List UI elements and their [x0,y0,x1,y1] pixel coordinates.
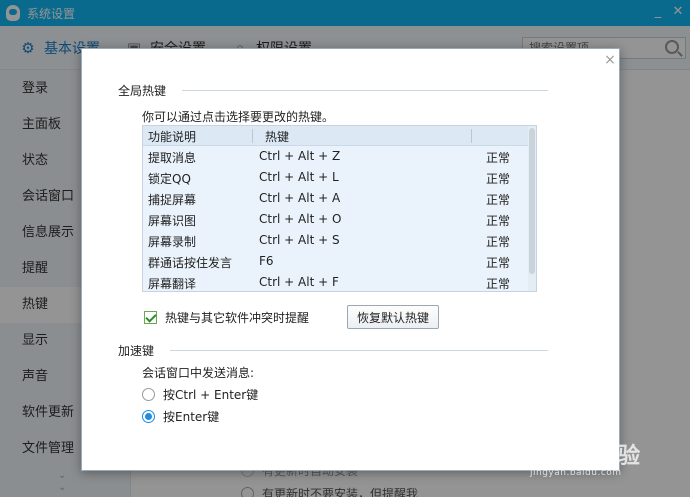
conflict-reminder-label: 热键与其它软件冲突时提醒 [165,311,310,325]
dialog-close-button[interactable]: × [603,53,617,67]
row-function: 锁定QQ [148,172,191,186]
option-label: 按Enter键 [163,410,220,424]
table-row[interactable]: 捕捉屏幕 Ctrl + Alt + A 正常 [143,188,530,209]
row-function: 群通话按住发言 [148,256,233,270]
section-title-global-hotkeys: 全局热键 [118,84,167,98]
table-row[interactable]: 屏幕识图 Ctrl + Alt + O 正常 [143,209,530,230]
row-status: 正常 [486,256,511,270]
row-function: 屏幕录制 [148,235,197,249]
row-status: 正常 [486,235,511,249]
conflict-reminder-checkbox[interactable] [144,311,157,324]
row-hotkey: Ctrl + Alt + F [259,275,339,289]
table-row[interactable]: 提取消息 Ctrl + Alt + Z 正常 [143,146,530,167]
row-hotkey: Ctrl + Alt + S [259,233,340,247]
row-hotkey: Ctrl + Alt + A [259,191,341,205]
hotkey-hint: 你可以通过点击选择要更改的热键。 [142,110,335,124]
row-status: 正常 [486,277,511,291]
row-hotkey: F6 [259,254,274,268]
section-title-accelerator: 加速键 [118,344,155,358]
section-divider [170,350,548,351]
row-status: 正常 [486,172,511,186]
row-hotkey: Ctrl + Alt + L [259,170,339,184]
row-status: 正常 [486,151,511,165]
option-label: 按Ctrl + Enter键 [163,388,259,402]
row-hotkey: Ctrl + Alt + O [259,212,342,226]
watermark-main: Bai度经验 [530,444,642,469]
send-message-label: 会话窗口中发送消息: [142,366,255,380]
row-function: 捕捉屏幕 [148,193,197,207]
radio-enter[interactable] [142,410,155,423]
restore-default-hotkeys-button[interactable]: 恢复默认热键 [347,305,439,329]
table-row[interactable]: 屏幕翻译 Ctrl + Alt + F 正常 [143,272,530,291]
row-hotkey: Ctrl + Alt + Z [259,149,341,163]
table-row[interactable]: 锁定QQ Ctrl + Alt + L 正常 [143,167,530,188]
hotkey-dialog: × 全局热键 你可以通过点击选择要更改的热键。 功能说明 热键 提取消息 Ctr… [81,48,620,471]
table-row[interactable]: 群通话按住发言 F6 正常 [143,251,530,272]
row-function: 屏幕识图 [148,214,197,228]
table-scrollbar[interactable] [528,126,536,291]
row-status: 正常 [486,214,511,228]
scrollbar-thumb[interactable] [529,128,535,274]
column-separator [252,129,253,143]
watermark-sub: jingyan.baidu.com [530,468,622,478]
radio-ctrl-enter[interactable] [142,388,155,401]
column-separator [471,129,472,143]
hotkey-table: 功能说明 热键 提取消息 Ctrl + Alt + Z 正常 锁定QQ Ctrl… [142,125,537,292]
column-header-hotkey: 热键 [265,130,290,144]
row-status: 正常 [486,193,511,207]
row-function: 提取消息 [148,151,197,165]
column-header-function: 功能说明 [148,130,197,144]
section-divider [182,90,548,91]
table-row[interactable]: 屏幕录制 Ctrl + Alt + S 正常 [143,230,530,251]
row-function: 屏幕翻译 [148,277,197,291]
conflict-reminder-option[interactable]: 热键与其它软件冲突时提醒 [144,309,309,326]
option-enter[interactable]: 按Enter键 [142,408,219,425]
baidu-watermark: Bai度经验 jingyan.baidu.com [530,438,680,488]
option-ctrl-enter[interactable]: 按Ctrl + Enter键 [142,386,258,403]
table-header: 功能说明 热键 [143,126,530,146]
